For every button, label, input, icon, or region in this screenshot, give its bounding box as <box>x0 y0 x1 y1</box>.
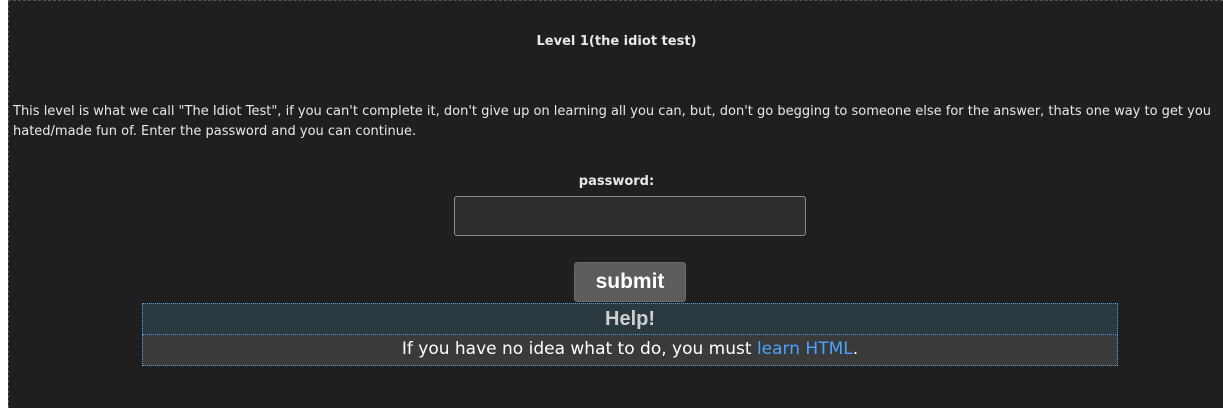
level-title: Level 1(the idiot test) <box>536 34 697 49</box>
help-text-after: . <box>852 339 859 359</box>
level-intro-text: This level is what we call "The Idiot Te… <box>13 104 1212 139</box>
password-label: password: <box>578 174 655 189</box>
help-text: If you have no idea what to do, you must… <box>142 335 1118 366</box>
submit-button[interactable]: submit <box>574 262 686 302</box>
help-box: Help! If you have no idea what to do, yo… <box>142 303 1118 366</box>
learn-html-link[interactable]: learn HTML <box>757 339 853 359</box>
help-heading: Help! <box>142 303 1118 335</box>
level-panel: Level 1(the idiot test) This level is wh… <box>8 0 1223 408</box>
password-input[interactable] <box>454 196 806 236</box>
help-text-before: If you have no idea what to do, you must <box>401 339 757 359</box>
